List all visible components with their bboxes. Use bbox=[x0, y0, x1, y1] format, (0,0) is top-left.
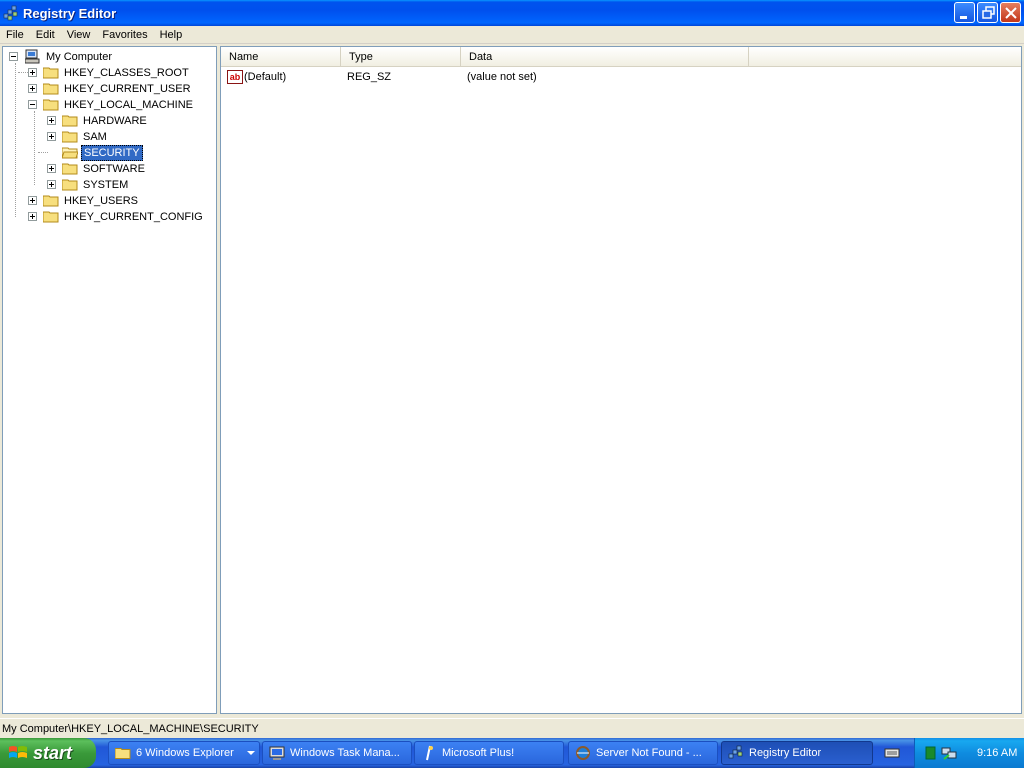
column-header-type[interactable]: Type bbox=[341, 47, 461, 67]
tree-connector bbox=[18, 72, 28, 73]
restore-icon bbox=[982, 6, 995, 19]
collapse-icon[interactable] bbox=[28, 100, 37, 109]
tree-node-label: SYSTEM bbox=[83, 179, 129, 191]
plus-icon bbox=[426, 745, 433, 761]
registry-tree[interactable]: My Computer HKEY_CLASSES_ROOT HKEY_CURRE… bbox=[2, 46, 217, 714]
folder-icon bbox=[43, 211, 59, 223]
chevron-down-icon bbox=[247, 751, 255, 755]
tree-node-label: HKEY_CURRENT_CONFIG bbox=[64, 211, 203, 223]
folder-icon bbox=[62, 179, 78, 191]
folder-icon bbox=[62, 115, 78, 127]
menu-file[interactable]: File bbox=[0, 26, 30, 44]
tree-connector bbox=[34, 111, 35, 185]
expand-icon[interactable] bbox=[47, 180, 56, 189]
menu-favorites[interactable]: Favorites bbox=[96, 26, 153, 44]
tree-node-label: SOFTWARE bbox=[83, 163, 145, 175]
taskbar-button-server-not-found[interactable]: Server Not Found - ... bbox=[568, 741, 718, 765]
tree-node-label: My Computer bbox=[46, 51, 113, 63]
folder-icon bbox=[43, 83, 59, 95]
tree-node-label-selected: SECURITY bbox=[81, 145, 143, 161]
expand-icon[interactable] bbox=[47, 116, 56, 125]
expand-icon[interactable] bbox=[47, 132, 56, 141]
taskbar-button-registry-editor[interactable]: Registry Editor bbox=[721, 741, 873, 765]
folder-open-icon bbox=[62, 147, 78, 159]
taskbar: start 6 Windows Explorer Windows Task Ma… bbox=[0, 738, 1024, 768]
column-header-data[interactable]: Data bbox=[461, 47, 749, 67]
list-header: Name Type Data bbox=[221, 47, 1021, 67]
window-title: Registry Editor bbox=[23, 5, 117, 21]
expand-icon[interactable] bbox=[28, 68, 37, 77]
registry-editor-icon bbox=[3, 5, 18, 21]
expand-icon[interactable] bbox=[28, 196, 37, 205]
minimize-button[interactable] bbox=[954, 2, 975, 23]
task-manager-icon bbox=[269, 746, 285, 760]
menu-bar: File Edit View Favorites Help bbox=[0, 26, 1024, 44]
column-header-name[interactable]: Name bbox=[221, 47, 341, 67]
tree-connector bbox=[38, 152, 48, 153]
expand-icon[interactable] bbox=[28, 84, 37, 93]
string-value-icon: ab bbox=[227, 70, 243, 84]
taskbar-button-label: Microsoft Plus! bbox=[442, 747, 515, 759]
taskbar-button-label: Windows Task Mana... bbox=[290, 747, 400, 759]
taskbar-button-task-manager[interactable]: Windows Task Mana... bbox=[262, 741, 412, 765]
folder-open-icon bbox=[43, 99, 59, 111]
tray-app-icon[interactable] bbox=[925, 746, 937, 760]
start-label: start bbox=[33, 742, 73, 763]
status-bar: My Computer\HKEY_LOCAL_MACHINE\SECURITY bbox=[0, 718, 1024, 738]
computer-icon bbox=[25, 49, 40, 64]
close-button[interactable] bbox=[1000, 2, 1021, 23]
close-icon bbox=[1005, 7, 1017, 19]
value-data: (value not set) bbox=[467, 71, 537, 83]
system-tray: 9:16 AM bbox=[914, 738, 1024, 768]
tree-node-label: HKEY_LOCAL_MACHINE bbox=[64, 99, 193, 111]
keyboard-icon[interactable] bbox=[884, 745, 900, 761]
taskbar-button-microsoft-plus[interactable]: Microsoft Plus! bbox=[414, 741, 564, 765]
value-name: (Default) bbox=[244, 71, 287, 83]
folder-icon bbox=[43, 195, 59, 207]
menu-edit[interactable]: Edit bbox=[30, 26, 61, 44]
browser-icon bbox=[576, 746, 590, 760]
folder-icon bbox=[62, 163, 78, 175]
clock[interactable]: 9:16 AM bbox=[977, 747, 1017, 759]
taskbar-button-label: Registry Editor bbox=[749, 747, 822, 759]
tree-node-label: HKEY_CURRENT_USER bbox=[64, 83, 191, 95]
tree-node-label: HARDWARE bbox=[83, 115, 147, 127]
values-list[interactable]: Name Type Data ab (Default) REG_SZ (valu… bbox=[220, 46, 1022, 714]
start-button[interactable]: start bbox=[0, 738, 96, 768]
collapse-icon[interactable] bbox=[9, 52, 18, 61]
menu-help[interactable]: Help bbox=[154, 26, 189, 44]
folder-icon bbox=[43, 67, 59, 79]
tree-node-label: SAM bbox=[83, 131, 107, 143]
minimize-icon bbox=[960, 16, 967, 19]
folder-icon bbox=[62, 131, 78, 143]
list-item[interactable]: ab (Default) REG_SZ (value not set) bbox=[221, 69, 537, 85]
taskbar-button-label: 6 Windows Explorer bbox=[136, 747, 234, 759]
registry-editor-icon bbox=[728, 745, 743, 759]
value-type: REG_SZ bbox=[347, 71, 392, 83]
folder-icon bbox=[115, 748, 131, 759]
expand-icon[interactable] bbox=[47, 164, 56, 173]
expand-icon[interactable] bbox=[28, 212, 37, 221]
network-icon[interactable] bbox=[941, 745, 957, 761]
taskbar-button-windows-explorer[interactable]: 6 Windows Explorer bbox=[108, 741, 260, 765]
window-titlebar[interactable]: Registry Editor bbox=[0, 0, 1024, 26]
tree-connector bbox=[15, 63, 16, 217]
restore-button[interactable] bbox=[977, 2, 998, 23]
tree-node-label: HKEY_USERS bbox=[64, 195, 138, 207]
status-path: My Computer\HKEY_LOCAL_MACHINE\SECURITY bbox=[2, 723, 259, 735]
windows-logo-icon bbox=[9, 746, 27, 758]
taskbar-button-label: Server Not Found - ... bbox=[596, 747, 702, 759]
tree-node-label: HKEY_CLASSES_ROOT bbox=[64, 67, 189, 79]
menu-view[interactable]: View bbox=[61, 26, 97, 44]
